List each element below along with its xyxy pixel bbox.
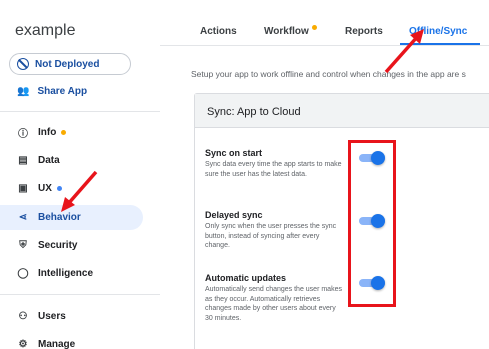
tabs-divider: [160, 45, 489, 46]
setting-automatic-updates: Automatic updates Automatically send cha…: [205, 273, 345, 323]
setting-name: Sync on start: [205, 148, 263, 158]
setting-sync-on-start: Sync on start Sync data every time the a…: [205, 148, 345, 179]
not-deployed-icon: [17, 58, 29, 70]
sidebar-item-label: Data: [38, 155, 60, 166]
deploy-status-label: Not Deployed: [35, 58, 100, 70]
notification-dot: [61, 130, 67, 135]
sidebar-item-users[interactable]: ⚇ Users: [0, 304, 143, 329]
ux-icon: ▣: [18, 183, 28, 194]
setting-description: Automatically send changes the user make…: [205, 286, 342, 322]
sidebar-item-intelligence[interactable]: ◯ Intelligence: [0, 261, 143, 286]
database-icon: ▤: [18, 155, 28, 166]
notification-dot: [311, 25, 317, 30]
setting-description: Sync data every time the app starts to m…: [205, 161, 342, 178]
app-name: example: [15, 22, 76, 39]
tab-actions[interactable]: Actions: [200, 26, 237, 37]
setting-name: Automatic updates: [205, 273, 287, 283]
sidebar-item-manage[interactable]: ⚙ Manage: [0, 332, 143, 349]
setting-delayed-sync: Delayed sync Only sync when the user pre…: [205, 210, 345, 251]
sidebar-item-security[interactable]: ⛨ Security: [0, 233, 143, 258]
sidebar-item-label: Info: [38, 127, 57, 138]
person-add-icon: 👥: [17, 86, 30, 97]
users-icon: ⚇: [18, 311, 28, 322]
card-title: Sync: App to Cloud: [207, 106, 301, 118]
manage-icon: ⚙: [18, 339, 28, 349]
shield-icon: ⛨: [19, 240, 27, 251]
tab-label: Workflow: [264, 26, 309, 37]
behavior-icon: ⋖: [18, 212, 28, 223]
share-app-label: Share App: [37, 86, 88, 97]
sidebar-item-label: UX: [38, 183, 52, 194]
setting-description: Only sync when the user presses the sync…: [205, 223, 337, 249]
sidebar-item-label: Intelligence: [38, 268, 94, 279]
tab-workflow[interactable]: Workflow: [264, 25, 317, 37]
card-header: Sync: App to Cloud: [195, 94, 489, 128]
sidebar-item-info[interactable]: ⓘ Info: [0, 120, 143, 145]
setting-name: Delayed sync: [205, 210, 263, 220]
deploy-status-button[interactable]: Not Deployed: [9, 53, 131, 75]
share-app-button[interactable]: 👥 Share App: [17, 86, 87, 97]
tab-label: Reports: [345, 26, 383, 37]
annotation-arrow-icon: [61, 170, 98, 212]
sidebar-item-label: Security: [38, 240, 78, 251]
info-icon: ⓘ: [18, 129, 28, 140]
tab-label: Actions: [200, 26, 237, 37]
sidebar-item-label: Users: [38, 311, 66, 322]
sidebar-divider: [0, 111, 160, 112]
sidebar-item-label: Manage: [38, 339, 76, 349]
lightbulb-icon: ◯: [17, 268, 29, 279]
sidebar-divider: [0, 294, 160, 295]
tab-reports[interactable]: Reports: [345, 26, 383, 37]
annotation-arrow-icon: [384, 29, 424, 74]
highlight-box: [348, 140, 396, 307]
